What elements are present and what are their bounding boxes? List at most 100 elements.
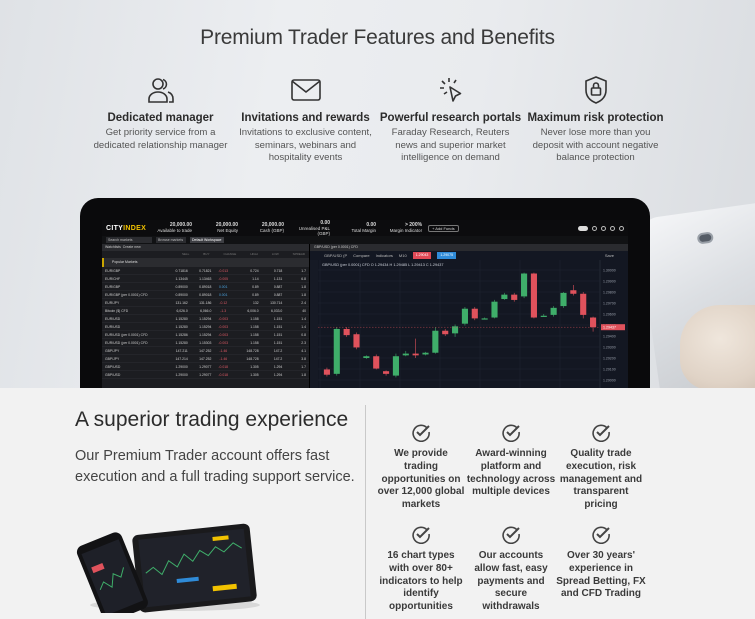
feature-desc: Never lose more than you deposit with ac…	[532, 127, 659, 163]
help-icon[interactable]	[601, 225, 606, 231]
candle-body	[353, 334, 360, 348]
section-subtitle: Our Premium Trader account offers fast e…	[75, 448, 355, 485]
save-button[interactable]: Save	[605, 253, 614, 258]
settings-icon[interactable]	[610, 225, 615, 231]
low-price: 147.2	[273, 356, 283, 361]
candle-body	[402, 353, 409, 356]
low-price: 1.151	[273, 324, 283, 329]
watchlist-row[interactable]: EUR/GBP (per 0.0001) CFD 0.89000 0.89018 0.…	[102, 291, 309, 299]
section-divider	[365, 405, 366, 619]
watchlist-row[interactable]: Bitcoin ($) CFD 6,026.0 6,066.0 -1.3 6,006.0…	[102, 307, 309, 315]
indicators-button[interactable]: Indicators	[376, 253, 393, 258]
candlestick-chart[interactable]: GBP/USD (per 0.0001) CFD O 1.29434 H 1.2…	[310, 260, 627, 388]
watchlist-row[interactable]: EUR/GBP 0.71816 0.71821 -0.013 0.724 0.718 1.7	[102, 267, 309, 275]
account-stat: 20,000.00 Net Equity	[215, 222, 239, 234]
candle-body	[412, 353, 419, 356]
spread-value: 40	[302, 308, 306, 313]
feature-title: Powerful research portals	[379, 112, 522, 124]
benefit-item: Over 30 years' experience in Spread Bett…	[556, 524, 646, 614]
hand-image	[680, 305, 755, 388]
browse-markets-button[interactable]: Browse markets	[156, 237, 186, 243]
buy-price: 147.252	[199, 356, 212, 361]
compare-button[interactable]: Compare	[353, 253, 369, 258]
account-stat: 0.00 Total Margin	[351, 222, 377, 234]
watchlist-row[interactable]: EUR/GBP 0.89000 0.89018 0.001 0.89 0.887 1.8	[102, 283, 309, 291]
benefit-text: Our accounts allow fast, easy payments a…	[474, 549, 548, 613]
buy-price: 1.15294	[199, 324, 212, 329]
market-name: GBP/JPY	[105, 348, 120, 353]
sell-price: 1.15280	[175, 340, 188, 345]
spread-value: 1.7	[301, 268, 306, 273]
change-value: -0.003	[218, 340, 229, 345]
check-circle-icon	[556, 524, 646, 546]
watchlist-row[interactable]: EUR/USD (per 0.0001) CFD 1.15286 1.15294 -0…	[102, 331, 309, 339]
buy-price: 1.29077	[199, 372, 212, 377]
low-price: 0.887	[273, 292, 283, 297]
candle-body	[333, 328, 340, 374]
buy-price: 147.252	[199, 348, 212, 353]
buy-price: 1.15303	[199, 340, 212, 345]
laptop-image: CITYINDEX 20,000.00 Available to trade 20…	[80, 198, 650, 388]
low-price: 1.294	[273, 372, 283, 377]
one-click-trading-toggle[interactable]	[578, 225, 588, 231]
watchlist-row[interactable]: EUR/USD (per 0.0001) CFD 1.15280 1.15303 -0…	[102, 339, 309, 347]
sell-price: 1.15280	[175, 316, 188, 321]
high-price: 0.89	[252, 292, 259, 297]
high-price: 1.305	[250, 364, 259, 369]
watchlist-row[interactable]: GBP/JPY 147.211 147.252 -1.46 148.728 147.2 4.…	[102, 347, 309, 355]
devices-image	[75, 513, 260, 619]
benefit-text: Over 30 years' experience in Spread Bett…	[556, 549, 646, 600]
feature-title: Dedicated manager	[107, 112, 214, 124]
platform-topbar: CITYINDEX 20,000.00 Available to trade 20…	[102, 220, 628, 236]
sell-price: 1.15286	[175, 332, 188, 337]
watchlist-row[interactable]: GBP/USD 1.29000 1.29077 -0.018 1.305 1.294 1.7	[102, 363, 309, 371]
phone-icon[interactable]	[592, 225, 597, 231]
change-value: -0.003	[218, 324, 229, 329]
change-value: -0.005	[218, 276, 229, 281]
drawing-toolbar[interactable]	[310, 260, 318, 388]
spread-value: 1.4	[301, 324, 306, 329]
watchlist-row[interactable]: GBP/JPY 147.214 147.252 -1.46 148.728 147.2 3.…	[102, 355, 309, 363]
buy-price: 1.15294	[199, 332, 212, 337]
spread-value: 1.8	[301, 284, 306, 289]
hero-section: Premium Trader Features and Benefits Ded…	[0, 0, 755, 388]
search-markets-input[interactable]: Search markets	[106, 237, 152, 243]
low-price: 1.131	[273, 276, 283, 281]
user-icon[interactable]	[619, 225, 624, 231]
trading-platform-screen: CITYINDEX 20,000.00 Available to trade 20…	[102, 220, 628, 388]
sell-price: 1.29000	[175, 364, 188, 369]
low-price: 1.151	[273, 332, 283, 337]
candle-body	[570, 290, 577, 294]
benefit-item: Our accounts allow fast, easy payments a…	[466, 524, 556, 614]
candle-body	[442, 330, 449, 335]
watchlist-group[interactable]: Popular Markets	[102, 258, 309, 267]
symbol-select[interactable]: GBP/USD (P	[324, 253, 347, 258]
chart-toolbar: GBP/USD (P Compare Indicators M10 1.2904…	[310, 251, 628, 260]
sell-button[interactable]: 1.29043	[412, 252, 432, 259]
add-funds-button[interactable]: + Add Funds	[428, 224, 459, 232]
watchlist-row[interactable]: EUR/USD 1.15280 1.15294 -0.003 1.158 1.151 1.4	[102, 315, 309, 323]
price-tick-label: 1.29300	[603, 346, 616, 350]
benefit-item: We provide trading opportunities on over…	[376, 422, 466, 512]
topbar-icons	[578, 225, 624, 231]
envelope-icon	[233, 72, 378, 108]
low-price: 0.887	[273, 284, 283, 289]
benefit-item: Award-winning platform and technology ac…	[466, 422, 556, 512]
timeframe-select[interactable]: M10	[399, 253, 407, 258]
watchlist-row[interactable]: EUR/CHF 1.13445 1.13463 -0.005 1.14 1.131 6.8	[102, 275, 309, 283]
workspace-select[interactable]: Default Workspace	[190, 237, 224, 243]
candle-body	[590, 317, 597, 328]
chart-tab[interactable]: GBP/USD (per 0.0001) CFD	[310, 244, 628, 251]
market-name: EUR/USD	[105, 324, 121, 329]
benefit-item: Quality trade execution, risk management…	[556, 422, 646, 512]
watchlist-row[interactable]: GBP/USD 1.29000 1.29077 -0.018 1.305 1.294 1.8	[102, 371, 309, 379]
create-new-button[interactable]: Create new	[123, 245, 141, 249]
buy-price: 0.89018	[199, 292, 212, 297]
market-name: EUR/JPY	[105, 300, 120, 305]
spread-value: 2.3	[301, 340, 306, 345]
buy-button[interactable]: 1.29075	[437, 252, 457, 259]
watchlist-row[interactable]: EUR/USD 1.15280 1.15294 -0.003 1.158 1.151 1.4	[102, 323, 309, 331]
watchlist-row[interactable]: EUR/JPY 131.162 131.186 -0.12 132 130.714 2.4	[102, 299, 309, 307]
spread-value: 1.8	[301, 372, 306, 377]
low-price: 1.151	[273, 340, 283, 345]
